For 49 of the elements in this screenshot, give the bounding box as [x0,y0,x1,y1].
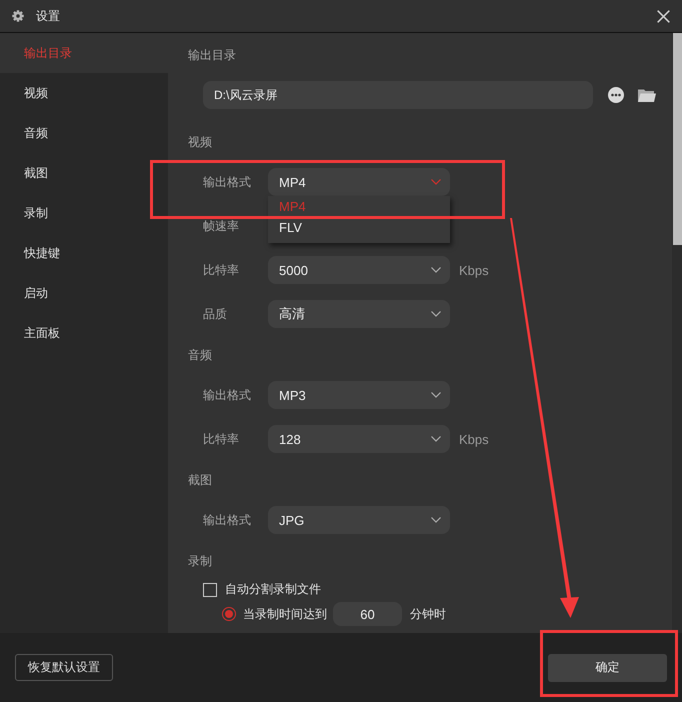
sidebar-item[interactable]: 音频 [0,113,168,153]
scrollbar-thumb[interactable] [673,33,682,245]
sidebar-item[interactable]: 快捷键 [0,233,168,273]
section-heading: 视频 [188,134,212,151]
dropdown-option[interactable]: FLV [268,217,450,238]
field-label: 帧速率 [203,218,240,234]
dropdown-select[interactable]: MP4 [268,168,450,196]
chevron-icon [431,436,441,442]
more-icon[interactable] [608,87,624,103]
sidebar-item[interactable]: 录制 [0,193,168,233]
field-label: 比特率 [203,430,240,448]
field-label: 输出格式 [203,174,252,190]
unit-label: Kbps [459,432,489,446]
dropdown-select[interactable]: MP3 [268,381,450,409]
folder-icon[interactable] [638,88,656,102]
close-icon[interactable] [657,10,670,22]
checkbox[interactable] [203,582,217,596]
reset-defaults-button[interactable]: 恢复默认设置 [15,654,113,681]
gear-icon [12,10,24,22]
unit-label: Kbps [459,262,489,278]
sidebar-item[interactable]: 启动 [0,273,168,313]
sidebar-item[interactable]: 主面板 [0,313,168,353]
radio-button[interactable] [222,607,236,621]
dropdown-select[interactable]: JPG [268,506,450,534]
section-heading: 音频 [188,347,212,364]
section-heading: 录制 [188,553,212,570]
confirm-button[interactable]: 确定 [548,654,667,682]
section-heading: 输出目录 [188,47,236,64]
radio-label: 当录制时间达到 [243,606,327,622]
sidebar-item[interactable]: 视频 [0,73,168,113]
number-field[interactable]: 60 [333,602,402,626]
chevron-icon [431,311,441,317]
folder-path-field[interactable]: D:\风云录屏 [203,81,593,109]
chevron-icon [431,267,441,273]
field-label: 比特率 [203,262,240,278]
dropdown-select[interactable]: 5000 [268,256,450,284]
checkbox-label: 自动分割录制文件 [225,581,321,598]
chevron-icon [431,179,441,185]
field-label: 品质 [203,306,228,322]
dropdown-select[interactable]: 128 [268,425,450,453]
window-title: 设置 [36,8,61,24]
field-label: 输出格式 [203,512,252,528]
chevron-icon [431,392,441,398]
sidebar-item[interactable]: 截图 [0,153,168,193]
dropdown-select[interactable]: 高清 [268,300,450,328]
unit-label: 分钟时 [410,606,446,622]
section-heading: 截图 [188,472,212,489]
chevron-icon [431,517,441,523]
field-label: 输出格式 [203,386,252,404]
